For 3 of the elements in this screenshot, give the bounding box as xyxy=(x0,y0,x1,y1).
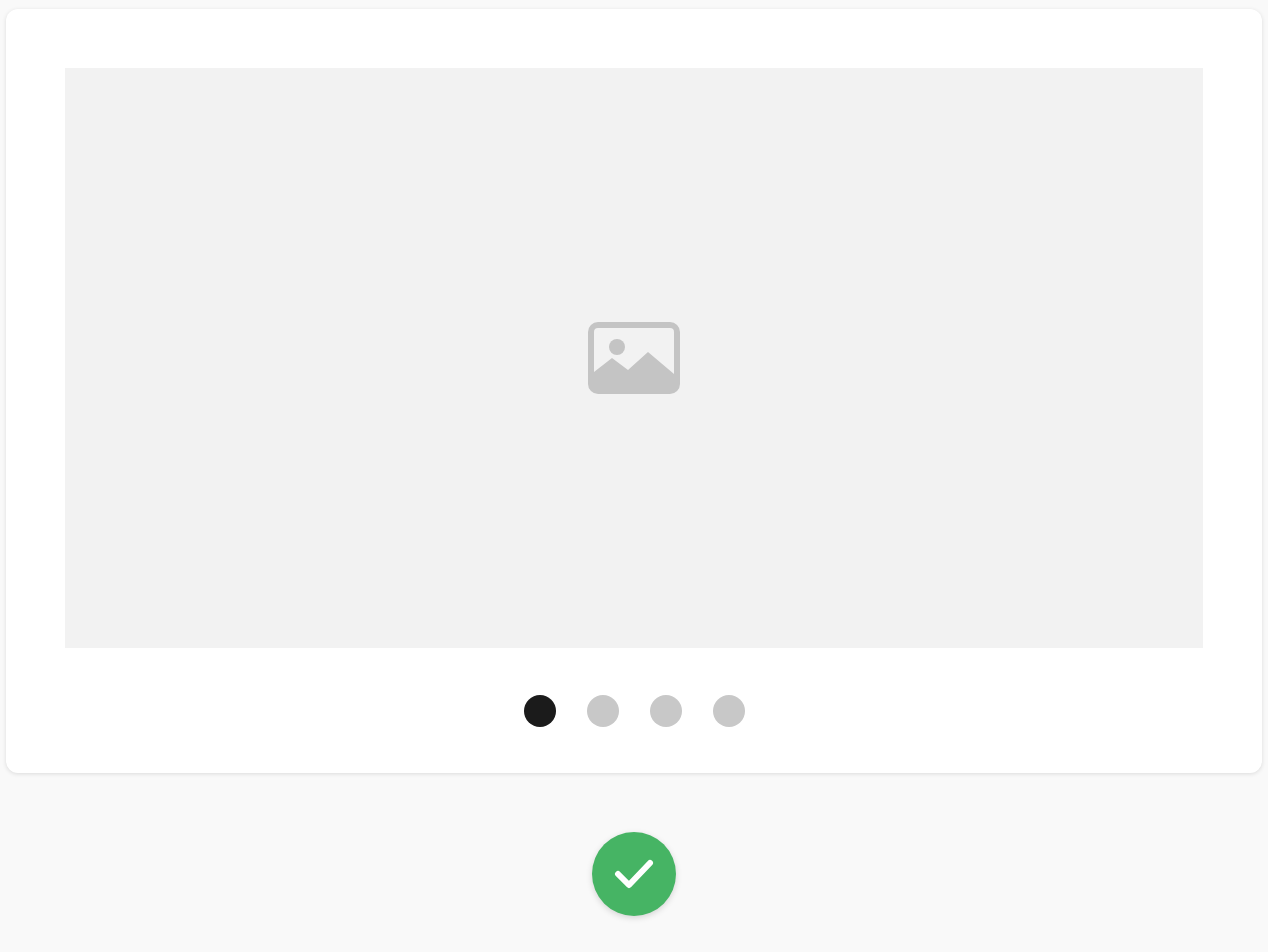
image-icon xyxy=(588,322,680,394)
confirm-button[interactable] xyxy=(592,832,676,916)
check-icon xyxy=(614,859,654,889)
